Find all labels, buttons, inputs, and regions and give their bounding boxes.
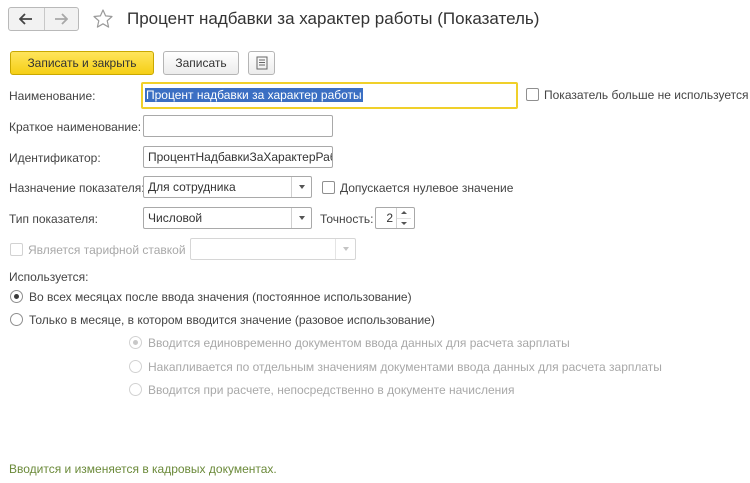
sub-option-label: Вводится единовременно документом ввода … <box>148 336 570 350</box>
tariff-dropdown-button[interactable] <box>335 239 355 259</box>
chevron-down-icon <box>342 247 349 251</box>
chevron-up-icon <box>401 211 407 215</box>
name-input[interactable]: Процент надбавки за характер работы <box>141 82 518 109</box>
sub-option-radio[interactable] <box>129 336 142 349</box>
footer-note: Вводится и изменяется в кадровых докумен… <box>9 462 277 476</box>
forward-button[interactable] <box>43 8 79 30</box>
sub-option-radio[interactable] <box>129 383 142 396</box>
chevron-down-icon <box>298 216 305 220</box>
usage-once-label: Только в месяце, в котором вводится знач… <box>29 313 435 327</box>
arrow-left-icon <box>19 13 33 25</box>
usage-heading: Используется: <box>9 270 89 284</box>
more-actions-button[interactable] <box>248 51 275 75</box>
purpose-dropdown-button[interactable] <box>291 177 311 197</box>
purpose-select[interactable]: Для сотрудника <box>143 176 312 198</box>
usage-once-radio[interactable] <box>10 313 23 326</box>
type-value: Числовой <box>148 211 203 225</box>
tariff-value <box>191 239 335 259</box>
identifier-label: Идентификатор: <box>9 151 101 165</box>
name-value: Процент надбавки за характер работы <box>145 88 363 102</box>
usage-permanent-label: Во всех месяцах после ввода значения (по… <box>29 290 412 304</box>
decrement-button[interactable] <box>397 217 411 229</box>
short-name-input[interactable] <box>143 115 333 137</box>
chevron-down-icon <box>401 221 407 225</box>
save-button[interactable]: Записать <box>163 51 239 75</box>
zero-allowed-label: Допускается нулевое значение <box>340 181 514 195</box>
tariff-select[interactable] <box>190 238 356 260</box>
favorite-star-icon[interactable] <box>92 8 114 30</box>
not-used-label: Показатель больше не используется <box>544 88 749 102</box>
name-label: Наименование: <box>9 89 96 103</box>
usage-permanent-radio[interactable] <box>10 290 23 303</box>
precision-stepper[interactable]: 2 <box>375 207 415 229</box>
chevron-down-icon <box>298 185 305 189</box>
not-used-checkbox[interactable] <box>526 88 539 101</box>
save-and-close-button[interactable]: Записать и закрыть <box>10 51 154 75</box>
sub-option-label: Вводится при расчете, непосредственно в … <box>148 383 515 397</box>
precision-value: 2 <box>386 211 393 225</box>
arrow-right-icon <box>55 13 69 25</box>
precision-label: Точность: <box>320 212 374 226</box>
type-select[interactable]: Числовой <box>143 207 312 229</box>
identifier-input[interactable]: ПроцентНадбавкиЗаХарактерРабо <box>143 146 333 168</box>
increment-button[interactable] <box>397 208 411 218</box>
back-button[interactable] <box>9 8 44 30</box>
purpose-label: Назначение показателя: <box>9 181 145 195</box>
short-name-label: Краткое наименование: <box>9 120 142 134</box>
sub-option-radio[interactable] <box>129 360 142 373</box>
type-label: Тип показателя: <box>9 212 98 226</box>
precision-arrows <box>396 208 411 228</box>
sub-option-label: Накапливается по отдельным значениям док… <box>148 360 662 374</box>
navigation-group <box>8 7 79 31</box>
page-title: Процент надбавки за характер работы (Пок… <box>127 9 540 28</box>
tariff-checkbox[interactable] <box>10 243 23 256</box>
zero-allowed-checkbox[interactable] <box>322 181 335 194</box>
tariff-label: Является тарифной ставкой <box>28 243 186 257</box>
list-icon <box>256 56 267 70</box>
purpose-value: Для сотрудника <box>148 180 236 194</box>
type-dropdown-button[interactable] <box>291 208 311 228</box>
